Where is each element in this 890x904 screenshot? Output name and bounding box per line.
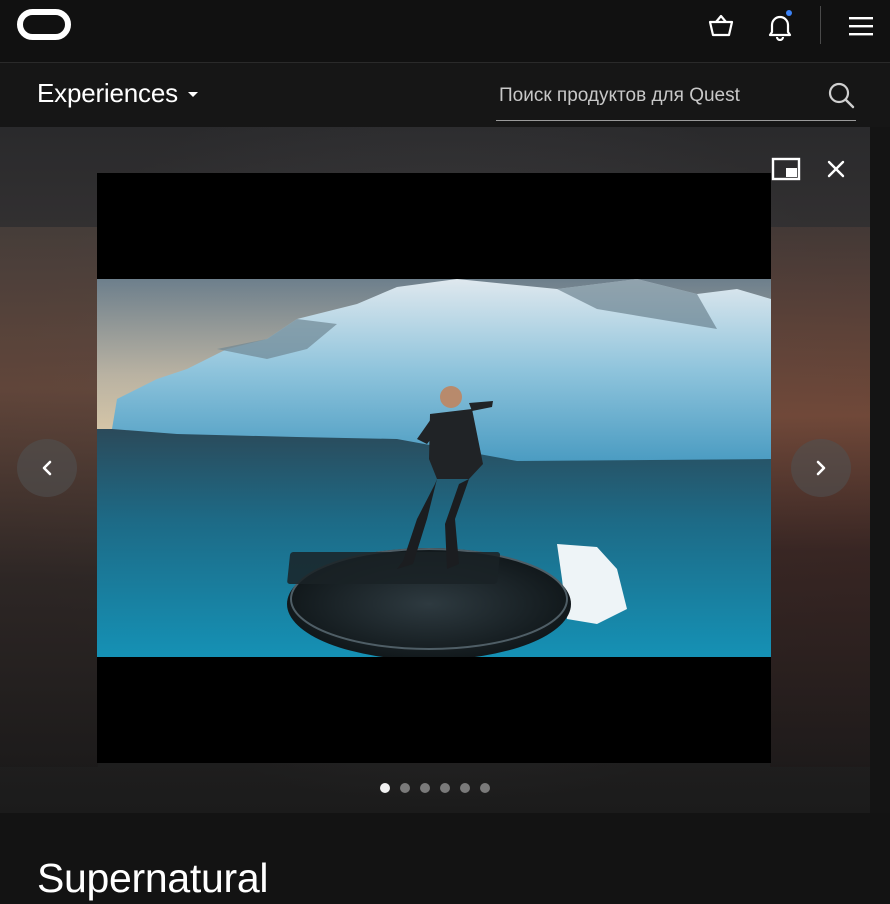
carousel-dot[interactable] bbox=[460, 783, 470, 793]
bell-icon[interactable] bbox=[764, 10, 796, 42]
picture-in-picture-icon[interactable] bbox=[771, 154, 801, 184]
carousel-dot[interactable] bbox=[380, 783, 390, 793]
prev-slide-button[interactable] bbox=[17, 439, 77, 497]
topbar-divider bbox=[820, 6, 821, 44]
next-media-preview bbox=[770, 227, 870, 767]
chevron-left-icon bbox=[42, 460, 52, 476]
chevron-right-icon bbox=[816, 460, 826, 476]
carousel-dot[interactable] bbox=[420, 783, 430, 793]
section-label: Experiences bbox=[37, 78, 178, 108]
section-dropdown[interactable]: Experiences bbox=[37, 78, 198, 109]
hero-edge bbox=[870, 127, 890, 813]
product-title: Supernatural bbox=[37, 855, 269, 901]
search-input[interactable] bbox=[496, 79, 819, 113]
video-frame bbox=[97, 279, 771, 657]
oculus-logo-icon[interactable] bbox=[17, 9, 71, 40]
carousel-dot[interactable] bbox=[400, 783, 410, 793]
close-icon[interactable] bbox=[821, 154, 851, 184]
hamburger-menu-icon[interactable] bbox=[845, 10, 877, 42]
media-hero bbox=[0, 127, 890, 813]
video-player[interactable] bbox=[97, 173, 771, 763]
next-slide-button[interactable] bbox=[791, 439, 851, 497]
basket-icon[interactable] bbox=[705, 10, 737, 42]
top-bar bbox=[0, 0, 890, 63]
search-icon[interactable] bbox=[827, 81, 855, 114]
video-still bbox=[97, 279, 771, 657]
carousel-dot[interactable] bbox=[480, 783, 490, 793]
notification-dot bbox=[786, 10, 792, 16]
prev-media-preview bbox=[0, 227, 98, 767]
carousel-indicators bbox=[380, 783, 490, 793]
search-box bbox=[496, 73, 856, 121]
sub-navigation: Experiences bbox=[0, 63, 890, 127]
caret-down-icon bbox=[187, 92, 198, 97]
carousel-dot[interactable] bbox=[440, 783, 450, 793]
